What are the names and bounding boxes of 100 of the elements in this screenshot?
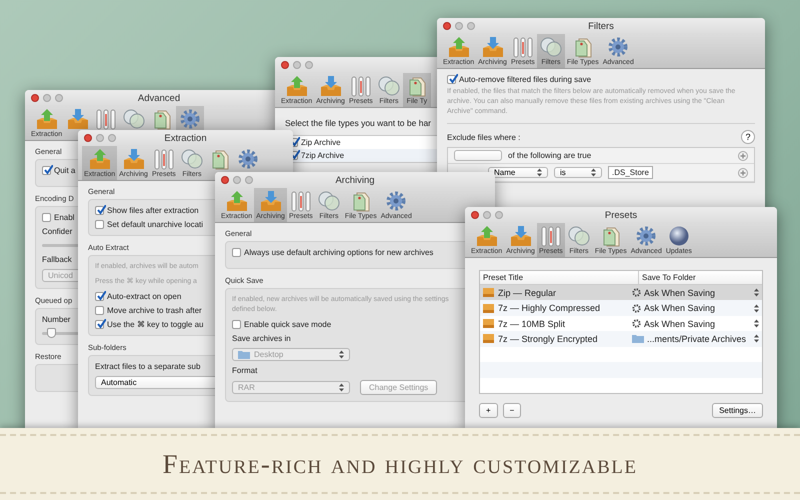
- minimize-button[interactable]: [233, 176, 241, 184]
- checkbox-label: Show files after extraction: [107, 206, 199, 215]
- zoom-button[interactable]: [245, 176, 253, 184]
- close-button[interactable]: [84, 134, 92, 142]
- stepper-icon: [537, 168, 542, 178]
- checkbox[interactable]: [95, 206, 104, 215]
- stepper-icon: [754, 319, 759, 328]
- value-field[interactable]: .DS_Store: [608, 166, 653, 180]
- gear-icon: [236, 148, 260, 170]
- settings-button[interactable]: Settings…: [712, 403, 763, 418]
- zoom-button[interactable]: [305, 61, 313, 69]
- file-type-label: Zip Archive: [301, 138, 341, 147]
- close-button[interactable]: [443, 22, 451, 30]
- folder-icon: [632, 334, 644, 344]
- field-label: Extract files to a separate sub: [95, 362, 200, 372]
- circles-icon: [180, 148, 204, 170]
- checkbox-label: Quit a: [54, 166, 76, 175]
- checkbox-label: Enabl: [54, 213, 74, 222]
- zoom-button[interactable]: [55, 94, 63, 102]
- remove-button[interactable]: −: [502, 403, 522, 418]
- table-row[interactable]: 7z — Strongly Encrypted ...ments/Private Archives: [480, 331, 762, 347]
- preset-title: 7z — 10MB Split: [498, 318, 566, 329]
- minimize-button[interactable]: [293, 61, 301, 69]
- checkbox[interactable]: [232, 320, 241, 330]
- checkbox-label: Auto-remove filtered files during save: [459, 75, 592, 84]
- gear-icon: [384, 190, 408, 212]
- add-button[interactable]: +: [479, 403, 498, 418]
- help-button[interactable]: ?: [741, 130, 755, 144]
- minimize-button[interactable]: [455, 22, 463, 30]
- tray-up-arrow-icon: [88, 148, 112, 170]
- window-title: Filters: [588, 20, 614, 32]
- tagline: Feature-rich and highly customizable: [162, 448, 638, 480]
- archive-icon: [483, 334, 494, 344]
- checkbox[interactable]: [42, 166, 51, 175]
- preset-title: 7z — Highly Compressed: [498, 303, 600, 314]
- archive-icon: [483, 319, 494, 328]
- minimize-button[interactable]: [43, 94, 51, 102]
- field-label: Number: [42, 315, 70, 324]
- zoom-button[interactable]: [467, 22, 475, 30]
- zoom-button[interactable]: [108, 134, 116, 142]
- close-button[interactable]: [31, 94, 39, 102]
- column-header: Preset Title: [480, 271, 639, 284]
- tray-down-arrow-icon: [318, 75, 343, 97]
- table-row[interactable]: 7z — 10MB Split Ask When Saving: [480, 316, 762, 332]
- checkbox[interactable]: [95, 292, 104, 302]
- tray-up-arrow-icon: [284, 75, 309, 97]
- preset-title: Zip — Regular: [498, 288, 556, 298]
- field-label: Fallback: [42, 255, 72, 264]
- checkbox-label: Use the ⌘ key to toggle au: [107, 320, 204, 330]
- table-row[interactable]: Zip — Regular Ask When Saving: [480, 285, 762, 300]
- field-label: Confider: [42, 227, 72, 236]
- stepper-icon: [754, 304, 759, 313]
- minimize-button[interactable]: [96, 134, 104, 142]
- gear-icon: [634, 225, 658, 247]
- preset-title: 7z — Strongly Encrypted: [498, 334, 598, 344]
- popup-menu[interactable]: is: [554, 167, 602, 178]
- folder-icon: [238, 350, 250, 360]
- gear-icon: [178, 108, 202, 130]
- add-icon[interactable]: [738, 168, 748, 178]
- field-label: Format: [232, 366, 258, 376]
- close-button[interactable]: [281, 61, 289, 69]
- checkbox[interactable]: [447, 75, 456, 84]
- tray-up-arrow-icon: [446, 36, 471, 58]
- zoom-button[interactable]: [495, 211, 503, 219]
- checkbox-label: Auto-extract on open: [107, 292, 182, 302]
- tray-down-arrow-icon: [258, 190, 283, 212]
- column-header: Save To Folder: [641, 272, 697, 284]
- stepper-icon: [754, 334, 759, 344]
- popup-menu[interactable]: [454, 150, 502, 162]
- circles-icon: [376, 75, 401, 97]
- checkbox-label: Always use default archiving options for new archives: [244, 248, 434, 257]
- tray-up-arrow-icon: [474, 225, 499, 247]
- checkbox[interactable]: [95, 320, 104, 330]
- checkbox[interactable]: [232, 248, 241, 257]
- field-label: Save archives in: [232, 334, 291, 344]
- close-button[interactable]: [221, 176, 229, 184]
- tray-down-arrow-icon: [122, 148, 146, 170]
- add-icon[interactable]: [738, 150, 748, 161]
- checkbox[interactable]: [95, 220, 104, 229]
- checkbox-label: Move archive to trash after: [107, 306, 202, 316]
- circles-icon: [538, 36, 563, 58]
- table-row[interactable]: 7z — Highly Compressed Ask When Saving: [480, 300, 762, 316]
- field-label: Exclude files where :: [447, 132, 520, 142]
- minimize-button[interactable]: [483, 211, 491, 219]
- checkbox[interactable]: [42, 213, 51, 222]
- tray-down-arrow-icon: [508, 225, 533, 247]
- gear-icon: [606, 36, 630, 58]
- slider-thumb[interactable]: [47, 328, 56, 338]
- stepper-icon: [754, 288, 759, 298]
- file-type-label: 7zip Archive: [301, 151, 344, 160]
- close-button[interactable]: [471, 211, 479, 219]
- circles-icon: [316, 190, 341, 212]
- folder-name: Ask When Saving: [644, 303, 716, 314]
- instruction-text: Select the file types you want to be har: [285, 118, 432, 128]
- stepper-icon: [339, 350, 344, 360]
- circles-icon: [122, 108, 146, 130]
- popup-menu[interactable]: Name: [488, 167, 548, 178]
- window-title: Advanced: [138, 92, 180, 104]
- checkbox[interactable]: [95, 306, 104, 316]
- circles-icon: [566, 225, 591, 247]
